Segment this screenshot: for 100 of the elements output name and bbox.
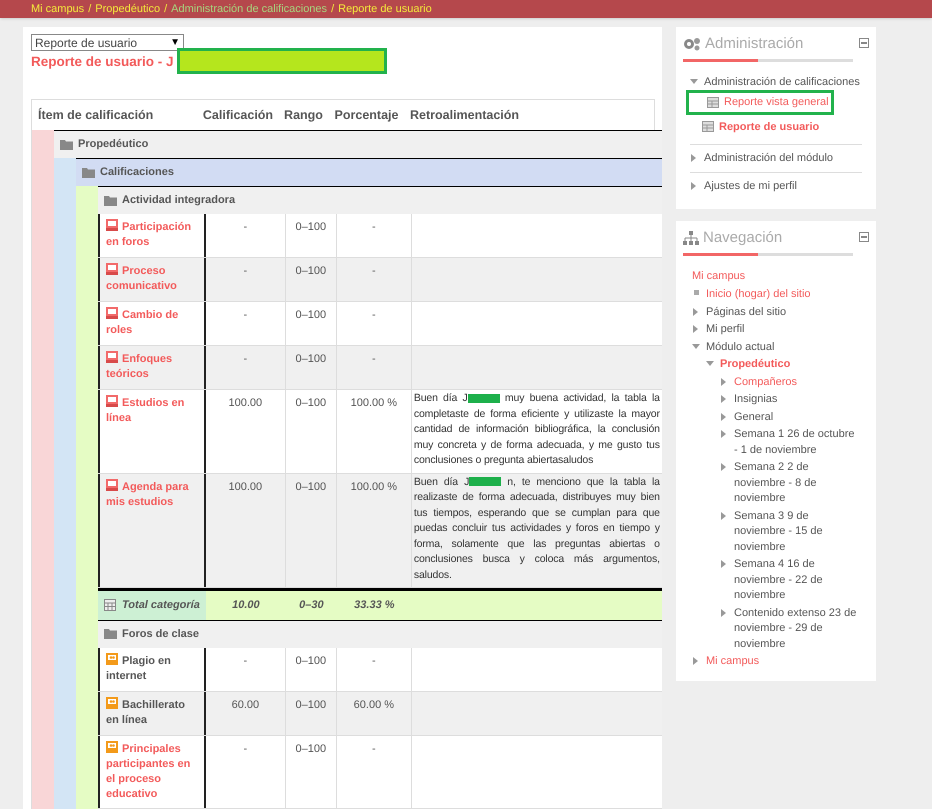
- table-icon: [707, 96, 719, 108]
- table-cell: -: [206, 736, 286, 808]
- column-header: Porcentaje: [334, 106, 400, 124]
- sitemap-icon: [683, 231, 699, 246]
- folder-icon: [104, 629, 117, 639]
- table-icon: [702, 121, 714, 132]
- nav-link[interactable]: Módulo actual: [706, 340, 774, 355]
- grade-item-link[interactable]: Principales participantes en el proceso educativo: [106, 740, 198, 802]
- nav-link[interactable]: Páginas del sitio: [706, 304, 786, 320]
- table-cell: -: [206, 214, 286, 257]
- block-title: Navegación: [703, 228, 782, 248]
- table-cell: 0–100: [286, 736, 337, 808]
- nav-link[interactable]: Contenido extenso 23 de noviembre - 29 de noviembre: [734, 606, 859, 652]
- table-cell: 0–100: [286, 214, 337, 257]
- table-cell: -: [206, 302, 286, 345]
- column-header: Calificación: [202, 106, 274, 124]
- forum-icon: [106, 696, 118, 708]
- table-cell-text: 10.00: [231, 598, 261, 613]
- grade-item-link[interactable]: Bachillerato en línea: [106, 696, 198, 728]
- table-cell: -: [336, 214, 412, 257]
- assignment-icon: [106, 351, 118, 363]
- table-cell: -: [336, 302, 412, 345]
- table-cell: 0–100: [286, 346, 337, 389]
- table-cell: 0–100: [286, 258, 337, 301]
- assignment-icon: [106, 219, 118, 231]
- grade-item-link[interactable]: Proceso comunicativo: [106, 263, 198, 294]
- report-heading: Reporte de usuario - J: [31, 53, 174, 71]
- table-cell: 100.00 %: [336, 474, 412, 587]
- breadcrumb-link[interactable]: Administración de calificaciones: [171, 0, 328, 18]
- table-cell: -: [336, 736, 412, 808]
- nav-link[interactable]: Semana 3 9 de noviembre - 15 de noviembre: [734, 508, 859, 555]
- grade-item-link[interactable]: Cambio de roles: [106, 307, 198, 338]
- table-cell: 100.00 %: [336, 390, 412, 472]
- nav-link[interactable]: Propedéutico: [720, 357, 790, 372]
- folder-icon: [104, 196, 117, 206]
- grade-item-link[interactable]: Plagio en internet: [106, 652, 198, 684]
- breadcrumb-separator: /: [88, 2, 92, 17]
- column-header: Retroalimentación: [409, 106, 520, 124]
- nav-link[interactable]: Mi campus: [706, 654, 760, 670]
- total-label: Total categoría: [122, 598, 200, 613]
- category-name: Calificaciones: [100, 165, 174, 180]
- table-cell: 100.00: [206, 390, 286, 472]
- table-cell: -: [336, 346, 412, 389]
- report-link[interactable]: Reporte de usuario: [719, 118, 820, 135]
- column-header: Ítem de calificación: [37, 106, 154, 124]
- nav-link[interactable]: Semana 2 2 de noviembre - 8 de noviembre: [734, 460, 859, 506]
- nav-link[interactable]: Inicio (hogar) del sitio: [706, 287, 811, 302]
- block-title: Administración: [705, 34, 804, 54]
- nav-link[interactable]: Semana 1 26 de octubre - 1 de noviembre: [734, 427, 859, 458]
- bullet-icon: [694, 290, 698, 295]
- report-select[interactable]: Reporte de usuario ▼: [31, 34, 184, 51]
- table-cell: 60.00: [206, 692, 286, 734]
- table-cell: -: [206, 346, 286, 389]
- nav-root-link[interactable]: Mi campus: [692, 268, 859, 284]
- feedback-text: Buen día J muy buena actividad, la tabla la completaste de forma eficiente y utilizaste la mayor cantidad de información bibliográfica, la conclusión muy concreta y de forma adecuada, y me gusto tus conclusiones o pregunta abiertasaludos: [414, 391, 660, 468]
- table-cell-text: 33.33 %: [353, 598, 396, 613]
- table-cell: 0–100: [286, 390, 337, 472]
- admin-link[interactable]: Administración de calificaciones: [704, 74, 860, 90]
- folder-icon: [82, 168, 95, 178]
- collapse-icon[interactable]: [859, 38, 869, 48]
- assignment-icon: [106, 263, 118, 275]
- category-name: Foros de clase: [122, 626, 200, 642]
- table-cell: 0–100: [286, 302, 337, 345]
- table-cell: 60.00 %: [336, 692, 412, 734]
- assignment-icon: [106, 395, 118, 407]
- assignment-icon: [106, 478, 118, 490]
- collapse-icon[interactable]: [859, 232, 869, 242]
- forum-icon: [106, 652, 118, 664]
- breadcrumb-separator: /: [164, 2, 168, 17]
- breadcrumb-link[interactable]: Reporte de usuario: [338, 0, 432, 18]
- gears-icon: [683, 37, 701, 52]
- table-cell: 0–100: [286, 692, 337, 734]
- nav-link[interactable]: General: [734, 410, 774, 425]
- nav-link[interactable]: Insignias: [734, 392, 778, 408]
- grade-item-link[interactable]: Participación en foros: [106, 219, 198, 250]
- assignment-icon: [106, 307, 118, 319]
- nav-link[interactable]: Mi perfil: [706, 322, 745, 338]
- feedback-text: Buen día J n, te menciono que la tabla la realizaste de forma adecuada, distribuyes muy bien tus tiempos, esperando que se cumplan para que puedas concluir tus actividades y foros en tiempo y forma, solamente que las preguntas abiertas o conclusiones busca y coloca más argumentos, saludos.: [414, 474, 660, 582]
- forum-icon: [106, 740, 118, 752]
- folder-icon: [60, 140, 73, 150]
- breadcrumb-link[interactable]: Propedéutico: [95, 0, 160, 18]
- table-cell-text: 0–30: [298, 598, 325, 613]
- table-cell: 100.00: [206, 474, 286, 587]
- grade-item-link[interactable]: Enfoques teóricos: [106, 351, 198, 382]
- admin-link[interactable]: Administración del módulo: [704, 150, 834, 166]
- grade-item-link[interactable]: Estudios en línea: [106, 395, 198, 426]
- table-cell: -: [206, 648, 286, 690]
- column-header: Rango: [283, 106, 324, 124]
- table-cell: -: [336, 258, 412, 301]
- table-cell: 0–100: [286, 474, 337, 587]
- calculator-icon: [104, 599, 116, 612]
- nav-link[interactable]: Semana 4 16 de noviembre - 22 de noviembre: [734, 557, 859, 604]
- report-link[interactable]: Reporte vista general: [724, 94, 829, 110]
- admin-link[interactable]: Ajustes de mi perfil: [704, 178, 797, 194]
- breadcrumb-link[interactable]: Mi campus: [31, 0, 84, 18]
- nav-link[interactable]: Compañeros: [734, 374, 797, 390]
- category-name: Propedéutico: [78, 137, 148, 152]
- grade-item-link[interactable]: Agenda para mis estudios: [106, 478, 198, 510]
- table-cell: -: [206, 258, 286, 301]
- category-name: Actividad integradora: [122, 193, 236, 208]
